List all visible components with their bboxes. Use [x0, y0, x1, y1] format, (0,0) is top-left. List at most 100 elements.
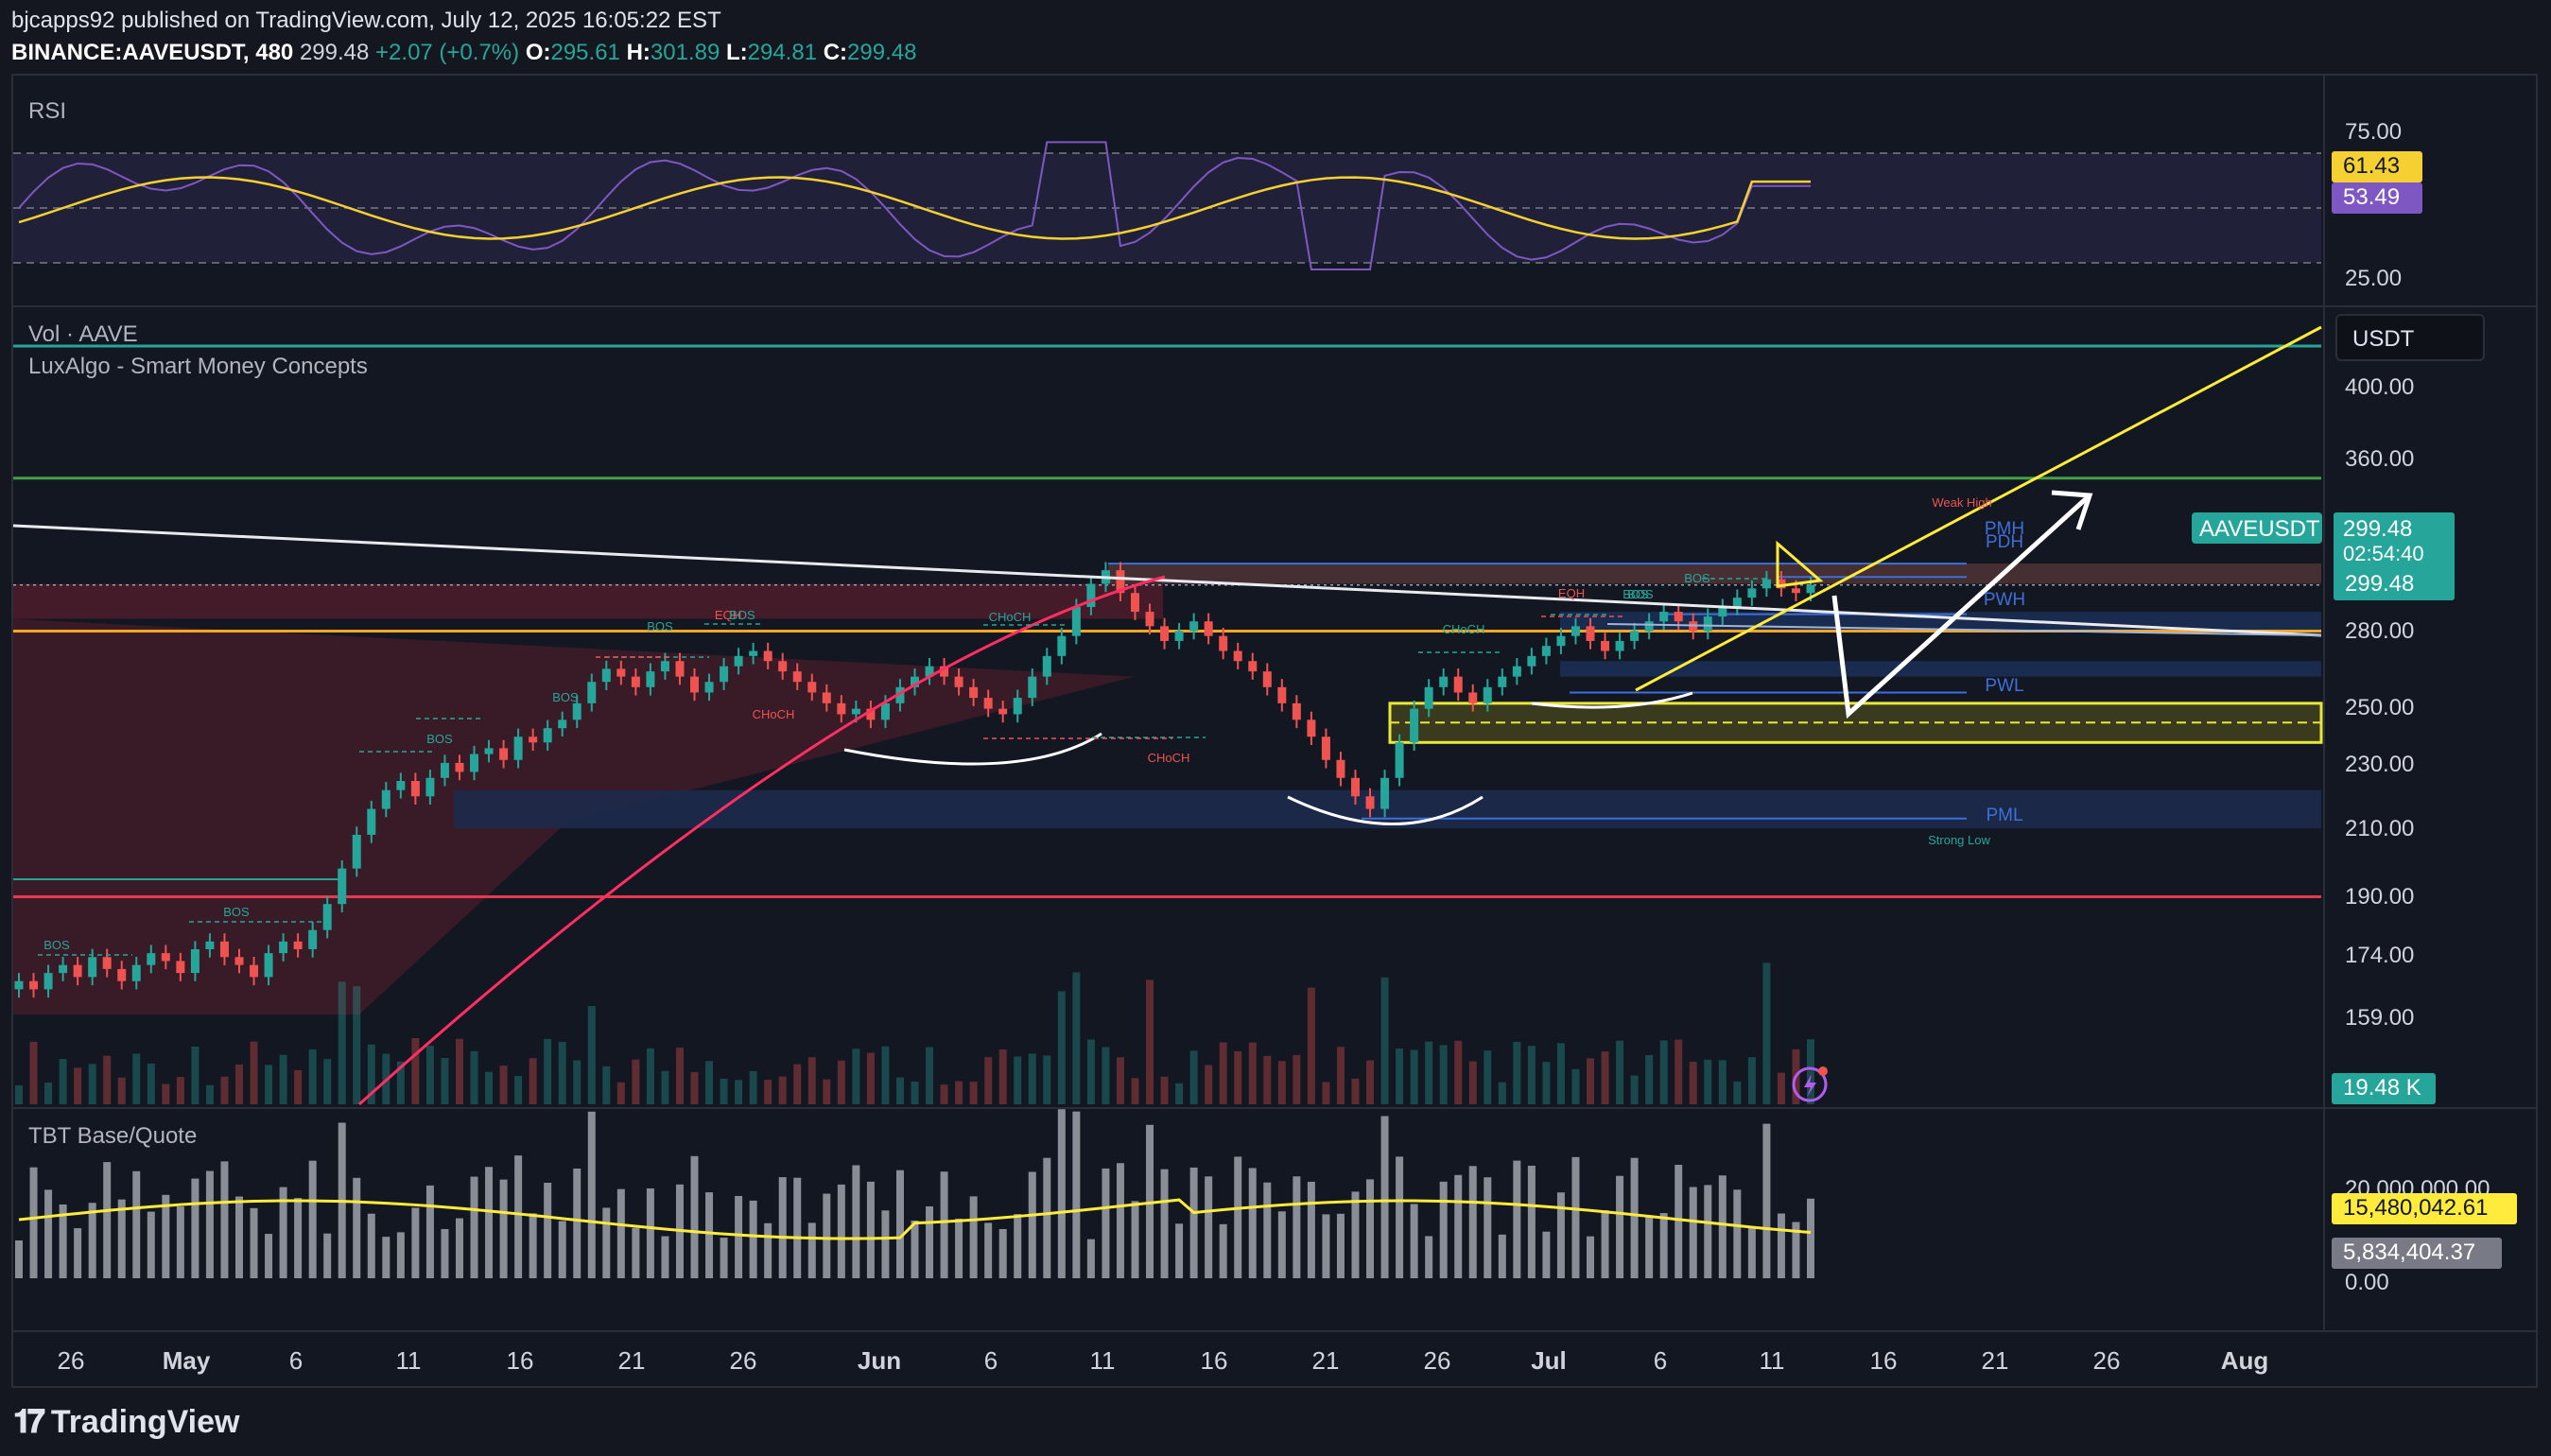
volume-tag: 19.48 K	[2343, 1075, 2421, 1101]
candle-body	[954, 676, 963, 687]
volume-bar	[616, 1082, 625, 1104]
projection-arrow	[1831, 494, 2091, 719]
date-tick-label: 16	[507, 1346, 534, 1375]
tbt-bar	[1072, 1111, 1081, 1278]
tbt-bar	[1542, 1231, 1551, 1278]
tbt-bar	[1689, 1187, 1697, 1278]
volume-bar	[191, 1046, 200, 1104]
tradingview-logo[interactable]: 𝟏𝟕 TradingView	[13, 1403, 239, 1441]
volume-bar	[793, 1064, 802, 1104]
date-tick-label: 6	[984, 1346, 998, 1375]
tbt-bar	[1630, 1157, 1639, 1278]
candle-body	[1262, 671, 1272, 687]
candle-body	[969, 686, 979, 699]
volume-bar	[1484, 1050, 1492, 1104]
tbt-bar	[205, 1170, 214, 1278]
tbt-bar	[1704, 1185, 1712, 1278]
volume-bar	[265, 1065, 273, 1104]
volume-bar	[1556, 1043, 1565, 1104]
candle-body	[88, 957, 97, 978]
volume-bar	[1396, 1048, 1404, 1104]
candle-body	[1321, 737, 1330, 760]
tbt-bar	[176, 1206, 184, 1278]
date-tick-label: 6	[289, 1346, 303, 1375]
candle-body	[1483, 686, 1492, 703]
candle-body	[1145, 612, 1154, 627]
candle-body	[279, 941, 288, 954]
tbt-bar	[1396, 1156, 1404, 1278]
volume-bar	[1410, 1049, 1418, 1104]
volume-bar	[1762, 962, 1771, 1104]
tbt-bar	[382, 1237, 390, 1278]
smc-label-choch: CHoCH	[1148, 751, 1190, 765]
tbt-bar	[1351, 1191, 1360, 1278]
footer-bar	[0, 1390, 2551, 1456]
volume-bar	[294, 1069, 303, 1104]
candle-body	[293, 941, 303, 950]
candle-body	[646, 671, 655, 687]
volume-bar	[176, 1077, 184, 1104]
candle-body	[1130, 593, 1139, 613]
volume-bar	[1057, 991, 1066, 1104]
candle-body	[513, 737, 523, 760]
candle-body	[690, 676, 700, 693]
tbt-bar	[396, 1232, 405, 1278]
chart-canvas[interactable]: BOS BOS BOS BOS BOS BOS EQH BOS CHoCH CHoCH CHoCH C…	[0, 0, 2551, 1456]
volume-bar	[749, 1070, 757, 1104]
tbt-bar	[1116, 1163, 1124, 1278]
tbt-bar	[632, 1227, 640, 1278]
tbt-bar	[529, 1213, 537, 1278]
rsi-pane-label: RSI	[28, 98, 67, 124]
tbt-bar	[1293, 1176, 1301, 1278]
volume-bar	[955, 1081, 963, 1104]
volume-bar	[837, 1060, 845, 1104]
candle-body	[1747, 588, 1757, 598]
volume-bar	[455, 1038, 463, 1104]
tbt-bar	[44, 1189, 53, 1278]
volume-bar	[353, 986, 361, 1104]
volume-bar	[1366, 1060, 1375, 1104]
candle-body	[29, 980, 39, 990]
tbt-bar	[837, 1184, 845, 1278]
candle-body	[734, 655, 743, 667]
candle-body	[1659, 612, 1669, 622]
volume-bar	[117, 1077, 126, 1104]
tbt-bar	[1527, 1165, 1536, 1278]
candle-body	[1292, 702, 1301, 720]
candle-body	[1071, 607, 1081, 636]
volume-bar	[881, 1046, 890, 1104]
date-tick-label: 21	[618, 1346, 646, 1375]
tbt-bar	[1248, 1168, 1257, 1278]
tbt-bar	[1762, 1123, 1771, 1278]
currency-button[interactable]: USDT	[2335, 314, 2485, 361]
volume-bar	[1468, 1061, 1477, 1104]
candle-body	[470, 754, 479, 772]
smc-label-pwl: PWL	[1985, 676, 2023, 696]
tbt-bar	[1102, 1168, 1110, 1278]
candle-body	[1601, 640, 1610, 651]
price-tick-label: 159.00	[2345, 1005, 2414, 1031]
volume-bar	[411, 1038, 420, 1104]
volume-bar	[1542, 1062, 1551, 1104]
smc-label-bos: BOS	[647, 619, 673, 633]
tbt-bar	[1160, 1169, 1169, 1278]
volume-bar	[1102, 1047, 1110, 1104]
candle-body	[1189, 621, 1199, 632]
tbt-tick-label: 0.00	[2345, 1270, 2389, 1295]
tradingview-wordmark: TradingView	[50, 1403, 240, 1440]
volume-bar	[1704, 1059, 1712, 1104]
tbt-bar	[470, 1176, 478, 1278]
volume-bar	[1175, 1083, 1184, 1104]
price-tick-label: 190.00	[2345, 884, 2414, 910]
tbt-bar	[1086, 1239, 1095, 1278]
tbt-bar	[132, 1170, 141, 1278]
volume-bar	[735, 1080, 743, 1104]
smc-label-bos: BOS	[426, 732, 453, 746]
candle-body	[1630, 631, 1640, 641]
candle-body	[1424, 686, 1433, 709]
volume-bar	[1028, 1053, 1036, 1104]
volume-bar	[1425, 1041, 1433, 1104]
tbt-bar	[1410, 1204, 1418, 1278]
smc-label-strong-low: Strong Low	[1928, 833, 1990, 847]
price-tick-label: 250.00	[2345, 695, 2414, 720]
